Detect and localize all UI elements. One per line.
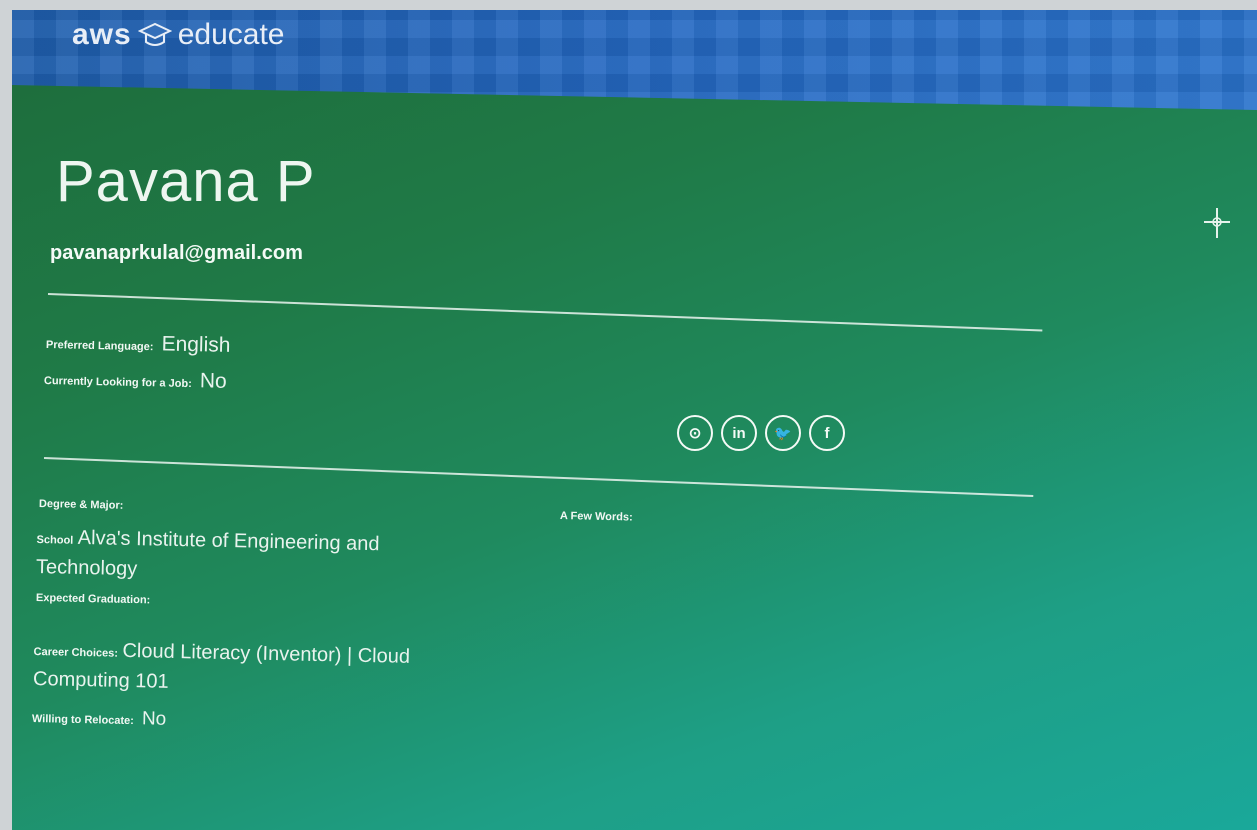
relocate-value: No (141, 708, 167, 730)
career-label: Career Choices: (33, 645, 119, 660)
linkedin-icon[interactable]: in (721, 415, 757, 451)
school-block: School Alva's Institute of Engineering a… (36, 522, 380, 589)
move-cursor-icon (1204, 208, 1230, 238)
school-value-line1: Alva's Institute of Engineering and (77, 526, 380, 556)
logo-aws-text: aws (72, 18, 132, 51)
career-value-line1: Cloud Literacy (Inventor) | Cloud (122, 639, 411, 668)
social-links: ⊙ in 🐦 f (677, 415, 845, 451)
profile-screen: aws educate Pavana P pavanaprkulal@gmail… (12, 10, 1257, 830)
profile-email: pavanaprkulal@gmail.com (50, 242, 303, 264)
career-value-line2: Computing 101 (32, 667, 169, 693)
school-value-line2: Technology (35, 555, 138, 581)
facebook-icon[interactable]: f (809, 415, 845, 451)
relocate-label: Willing to Relocate: (31, 713, 135, 728)
aws-educate-logo[interactable]: aws educate (72, 18, 284, 52)
job-search-value: No (199, 369, 227, 393)
preferred-language-row: Preferred Language: English (46, 330, 231, 358)
twitter-icon[interactable]: 🐦 (765, 415, 801, 451)
career-block: Career Choices: Cloud Literacy (Inventor… (33, 634, 411, 702)
divider (47, 293, 1043, 332)
school-label: School (36, 533, 74, 547)
profile-name: Pavana P (56, 149, 316, 214)
few-words-row: A Few Words: (560, 510, 633, 524)
preferred-language-value: English (161, 332, 231, 357)
job-search-row: Currently Looking for a Job: No (44, 366, 227, 394)
logo-educate-text: educate (177, 18, 285, 51)
graduation-label: Expected Graduation: (35, 592, 151, 607)
relocate-row: Willing to Relocate: No (32, 706, 167, 731)
graduation-cap-icon (137, 21, 172, 49)
few-words-label: A Few Words: (559, 510, 633, 524)
divider (43, 457, 1034, 498)
job-search-label: Currently Looking for a Job: (43, 375, 192, 391)
graduation-row: Expected Graduation: (36, 592, 151, 606)
degree-row: Degree & Major: (39, 498, 124, 512)
preferred-language-label: Preferred Language: (45, 339, 154, 354)
degree-label: Degree & Major: (38, 498, 124, 512)
github-icon[interactable]: ⊙ (677, 415, 713, 451)
